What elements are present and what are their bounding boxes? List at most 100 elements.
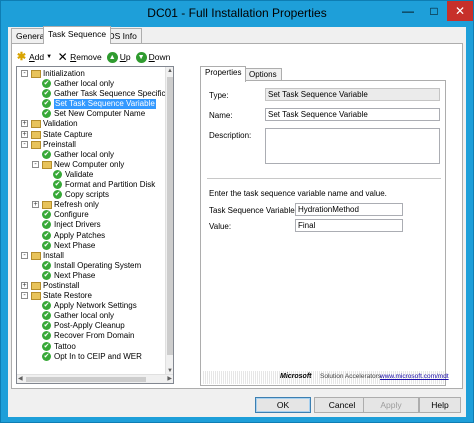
tree-item[interactable]: ✔ Set New Computer Name <box>17 109 167 119</box>
tree-item[interactable]: ✔ Install Operating System <box>17 260 167 271</box>
remove-button[interactable]: ✕ Remove <box>57 51 102 63</box>
scroll-up-icon[interactable]: ▲ <box>167 67 173 75</box>
tree-item-label: Set New Computer Name <box>54 109 146 119</box>
microsoft-logo: Microsoft <box>280 373 312 380</box>
tree-item[interactable]: ✔ Next Phase <box>17 270 167 281</box>
tree-item[interactable]: - Preinstall <box>17 140 167 150</box>
check-icon: ✔ <box>42 341 51 351</box>
tree-item[interactable]: - Install <box>17 251 167 261</box>
tree-item[interactable]: + Validation <box>17 119 167 129</box>
tree-item[interactable]: ✔Gather Task Sequence Specific Settin <box>17 89 167 99</box>
tree-item-label: Install <box>43 250 64 260</box>
separator <box>207 178 441 179</box>
mdt-link[interactable]: www.microsoft.com/mdt <box>380 373 449 380</box>
expand-icon[interactable]: + <box>21 130 28 138</box>
tree-item-label: Postinstall <box>43 280 80 290</box>
check-icon: ✔ <box>53 180 62 190</box>
tree-item-label: Post-Apply Cleanup <box>54 321 125 331</box>
tree-item-label: Preinstall <box>43 139 76 149</box>
task-sequence-variable-field[interactable]: HydrationMethod <box>295 203 403 216</box>
scroll-left-icon[interactable]: ◀ <box>18 375 23 383</box>
add-star-icon: ✱ <box>16 50 27 63</box>
tree-item[interactable]: ✔ Apply Patches <box>17 230 167 241</box>
tree-item-label: Initialization <box>43 69 85 78</box>
tree-vertical-scrollbar[interactable]: ▲ ▼ <box>165 67 173 375</box>
check-icon: ✔ <box>42 99 51 109</box>
maximize-button[interactable]: □ <box>421 1 447 21</box>
help-button[interactable]: Help <box>419 397 461 413</box>
tree-item[interactable]: + Refresh only <box>17 200 167 210</box>
tree-item[interactable]: ✔ Set Task Sequence Variable <box>17 99 167 110</box>
collapse-icon[interactable]: - <box>21 292 28 300</box>
tree-item[interactable]: ✔ Format and Partition Disk <box>17 180 167 190</box>
tree-item[interactable]: ✔ Apply Network Settings <box>17 301 167 311</box>
tree-item-label: New Computer only <box>54 159 125 169</box>
expand-icon[interactable]: + <box>32 201 39 209</box>
tree-item[interactable]: ✔ Opt In to CEIP and WER <box>17 351 167 362</box>
tree-hscroll-thumb[interactable] <box>26 377 146 382</box>
tree-item-label: Set Task Sequence Variable <box>54 99 156 110</box>
value-field[interactable]: Final <box>295 219 403 232</box>
tree-item-label: Apply Network Settings <box>54 301 137 311</box>
name-field[interactable]: Set Task Sequence Variable <box>265 108 440 121</box>
check-icon: ✔ <box>42 89 51 99</box>
ok-button[interactable]: OK <box>255 397 311 413</box>
tree-item[interactable]: ✔ Validate <box>17 169 167 180</box>
tree-item[interactable]: - Initialization <box>17 69 167 79</box>
collapse-icon[interactable]: - <box>21 140 28 148</box>
folder-icon <box>31 130 41 139</box>
tree-item[interactable]: ✔ Gather local only <box>17 149 167 160</box>
tree-item-label: Recover From Domain <box>54 331 135 341</box>
tree-item[interactable]: + Postinstall <box>17 281 167 291</box>
cancel-button[interactable]: Cancel <box>314 397 370 413</box>
down-button[interactable]: ▼ Down <box>135 51 170 63</box>
collapse-icon[interactable]: - <box>21 251 28 259</box>
task-sequence-tree[interactable]: - Initialization ✔ Gather local only ✔ Gather… <box>16 66 174 384</box>
tree-item-label: Inject Drivers <box>54 220 101 230</box>
tree-vscroll-thumb[interactable] <box>167 77 173 355</box>
tree-item[interactable]: ✔ Tattoo <box>17 341 167 352</box>
tree-item[interactable]: ✔ Post-Apply Cleanup <box>17 321 167 331</box>
tree-item[interactable]: ✔ Configure <box>17 210 167 220</box>
expand-icon[interactable]: + <box>21 120 28 128</box>
tree-items: - Initialization ✔ Gather local only ✔ Gather… <box>17 69 167 374</box>
add-label: Add <box>29 52 45 62</box>
solution-accelerators-text: Solution Accelerators <box>320 373 382 380</box>
tree-item[interactable]: + State Capture <box>17 130 167 140</box>
tree-item[interactable]: ✔ Gather local only <box>17 311 167 321</box>
tree-item[interactable]: - State Restore <box>17 291 167 301</box>
tree-item-label: Next Phase <box>54 240 96 250</box>
folder-icon <box>31 120 41 129</box>
tab-task-sequence[interactable]: Task Sequence <box>43 26 112 44</box>
tree-item[interactable]: - New Computer only <box>17 160 167 170</box>
up-label: Up <box>119 52 131 62</box>
tree-item-label: Next Phase <box>54 270 96 280</box>
collapse-icon[interactable]: - <box>21 70 28 77</box>
description-field[interactable] <box>265 128 440 164</box>
tree-item[interactable]: ✔ Recover From Domain <box>17 331 167 341</box>
scroll-right-icon[interactable]: ▶ <box>167 375 172 383</box>
expand-icon[interactable]: + <box>21 281 28 289</box>
apply-button[interactable]: Apply <box>363 397 419 413</box>
title-bar[interactable]: DC01 - Full Installation Properties — □ … <box>1 1 473 27</box>
check-icon: ✔ <box>42 351 51 361</box>
up-button[interactable]: ▲ Up <box>106 51 131 63</box>
close-button[interactable]: ✕ <box>447 1 473 21</box>
tree-item-label: Gather local only <box>54 79 115 89</box>
add-button[interactable]: ✱ Add ▼ <box>16 50 53 63</box>
check-icon: ✔ <box>42 109 51 119</box>
tree-item[interactable]: ✔ Copy scripts <box>17 190 167 200</box>
tab-properties[interactable]: Properties <box>200 66 247 82</box>
collapse-icon[interactable]: - <box>32 160 39 168</box>
tree-item-label: State Capture <box>43 129 93 139</box>
check-icon: ✔ <box>42 301 51 311</box>
tree-item-label: Refresh only <box>54 200 99 210</box>
minimize-button[interactable]: — <box>395 1 421 21</box>
tree-item[interactable]: ✔ Gather local only <box>17 79 167 89</box>
tree-item[interactable]: ✔ Inject Drivers <box>17 220 167 230</box>
tree-horizontal-scrollbar[interactable]: ◀ ▶ <box>17 374 173 383</box>
check-icon: ✔ <box>42 220 51 230</box>
dropdown-arrow-icon: ▼ <box>46 54 53 60</box>
tree-item[interactable]: ✔ Next Phase <box>17 240 167 251</box>
folder-icon <box>31 140 41 149</box>
